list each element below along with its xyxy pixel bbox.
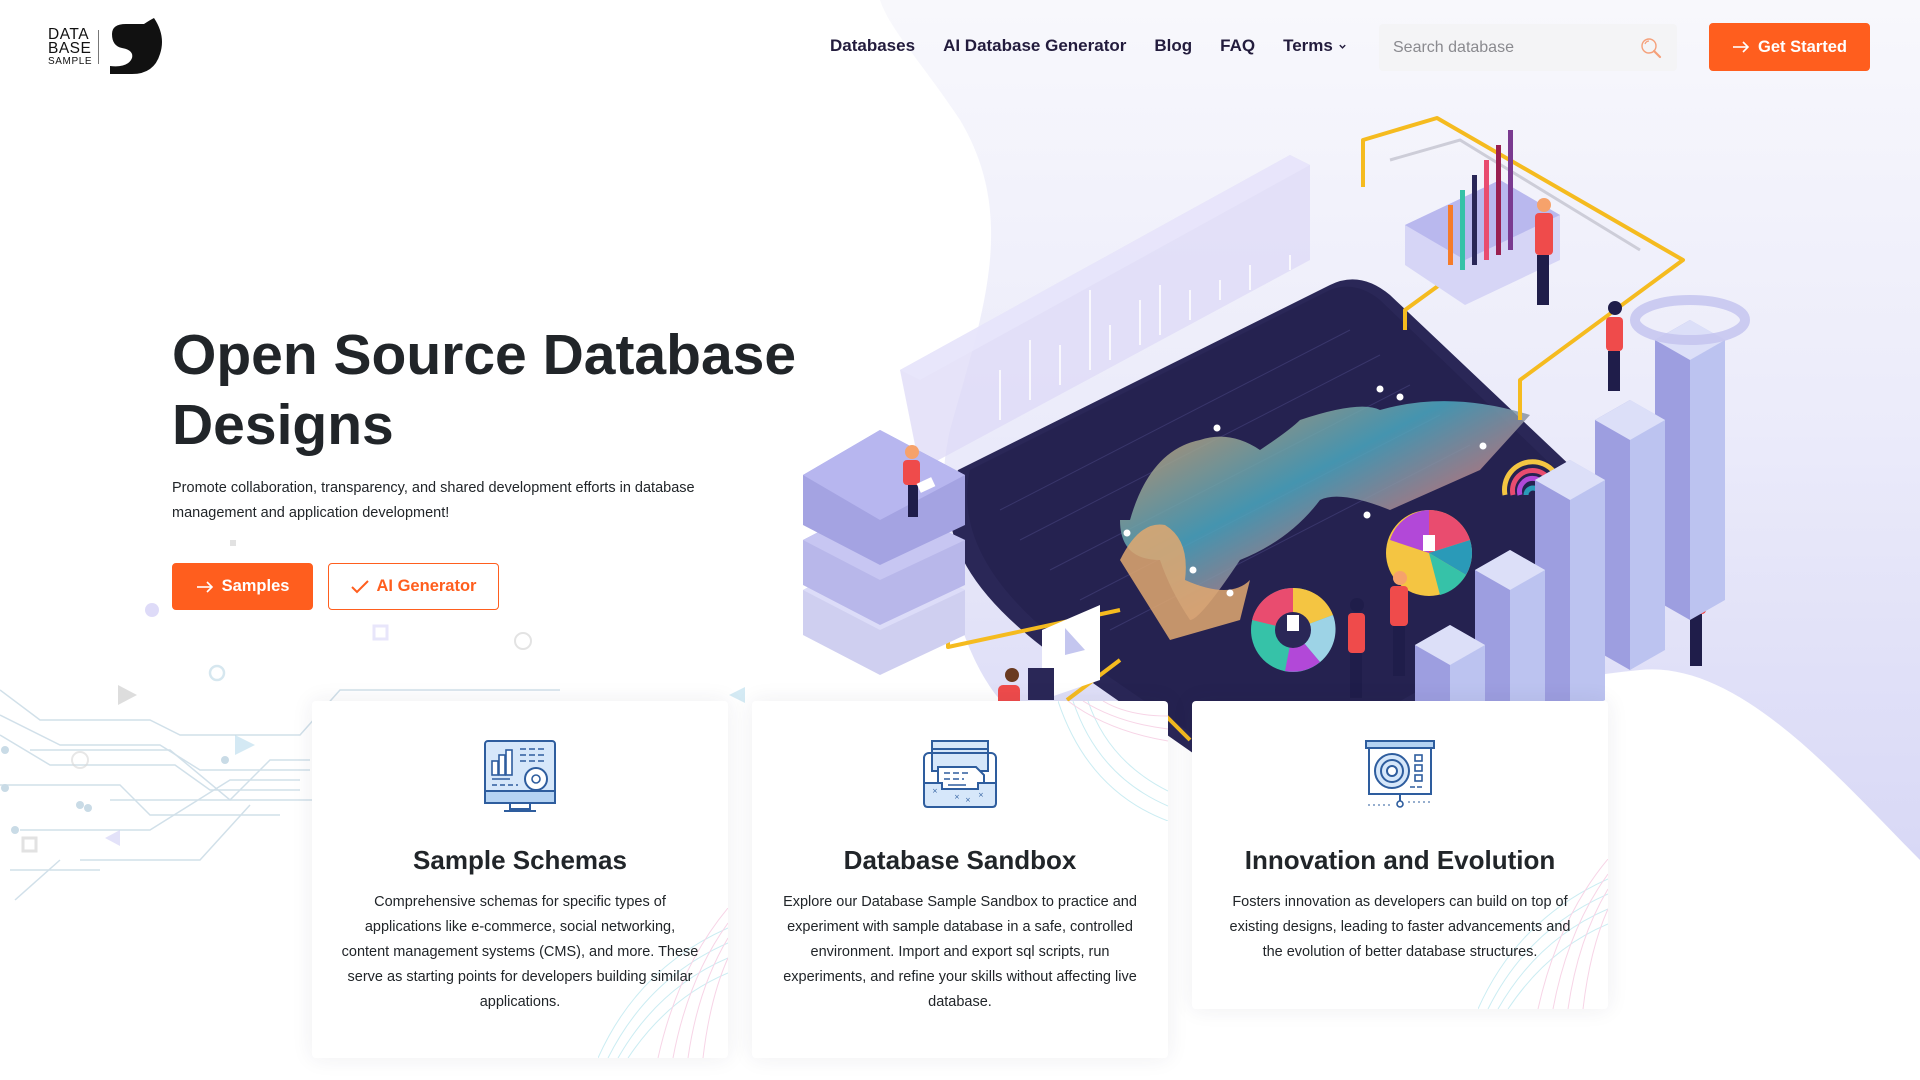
card-description: Explore our Database Sample Sandbox to p… [783,894,1137,1010]
person-standing-2 [1606,301,1623,391]
search-input[interactable] [1393,38,1639,57]
ring-chart [1502,459,1563,496]
donut-chart [1251,587,1336,672]
svg-text:×: × [978,791,984,799]
get-started-label: Get Started [1758,37,1847,56]
bar-chart-platform [1405,130,1560,305]
hero-title: Open Source Database Designs [172,323,797,457]
hero-subtitle: Promote collaboration, transparency, and… [172,480,695,521]
person-standing-1 [1535,198,1553,305]
ai-generator-label: AI Generator [376,577,477,595]
chevron-down-icon [1339,44,1346,49]
card-description: Fosters innovation as developers can bui… [1229,894,1571,960]
logo-divider [98,30,100,64]
svg-text:×: × [932,787,938,795]
main-nav: Databases AI Database Generator Blog FAQ… [830,36,1347,56]
card-description: Comprehensive schemas for specific types… [341,894,699,1010]
decorative-swirl [1058,701,1168,821]
logo-s-mark-icon [110,18,163,74]
nav-faq[interactable]: FAQ [1220,36,1255,56]
card-title: Sample Schemas [413,845,627,875]
samples-button[interactable]: Samples [172,563,313,610]
isometric-illustration [803,116,1750,800]
presentation-target-icon [1365,740,1435,808]
svg-text:×: × [965,796,971,804]
nav-terms-dropdown[interactable]: Terms [1283,36,1347,56]
pie-chart-1 [1386,510,1473,596]
stacked-platforms [803,430,965,675]
sandbox-tray-icon: × × × × [923,740,997,808]
nav-ai-database-generator[interactable]: AI Database Generator [943,36,1126,56]
feature-card-innovation-evolution: Innovation and Evolution Fosters innovat… [1192,701,1608,1009]
nav-databases[interactable]: Databases [830,36,915,56]
nav-blog[interactable]: Blog [1154,36,1192,56]
feature-card-sample-schemas: Sample Schemas Comprehensive schemas for… [312,701,728,1058]
site-logo[interactable]: DATA BASE SAMPLE [48,18,183,76]
logo-line-2: BASE [48,40,92,58]
nav-terms-label: Terms [1283,36,1333,55]
person-standing-4 [1390,571,1408,676]
person-standing-5 [1348,598,1365,698]
logo-wordmark: DATA BASE SAMPLE [48,27,93,67]
feature-card-database-sandbox: × × × × Database Sandbox Explore our Dat… [752,701,1168,1058]
search-icon[interactable] [1639,36,1663,60]
get-started-button[interactable]: Get Started [1709,23,1870,71]
area-chart-wave [1120,401,1530,620]
ai-generator-button[interactable]: AI Generator [328,563,499,610]
arrow-right-icon [196,580,213,593]
arrow-right-icon [1733,41,1750,53]
dashboard-monitor-icon [484,740,556,812]
tower-charts [1415,295,1750,720]
site-header: DATA BASE SAMPLE Databases AI Database G… [0,0,1920,94]
svg-text:×: × [954,793,960,801]
person-sitting [903,445,936,517]
search-box [1379,24,1677,71]
logo-line-3: SAMPLE [48,55,93,67]
card-title: Database Sandbox [843,845,1077,875]
circuit-dots [1,746,229,834]
person-standing-3 [1688,553,1706,666]
samples-label: Samples [221,577,290,595]
check-icon [350,579,369,593]
hero-actions: Samples AI Generator [172,563,499,610]
